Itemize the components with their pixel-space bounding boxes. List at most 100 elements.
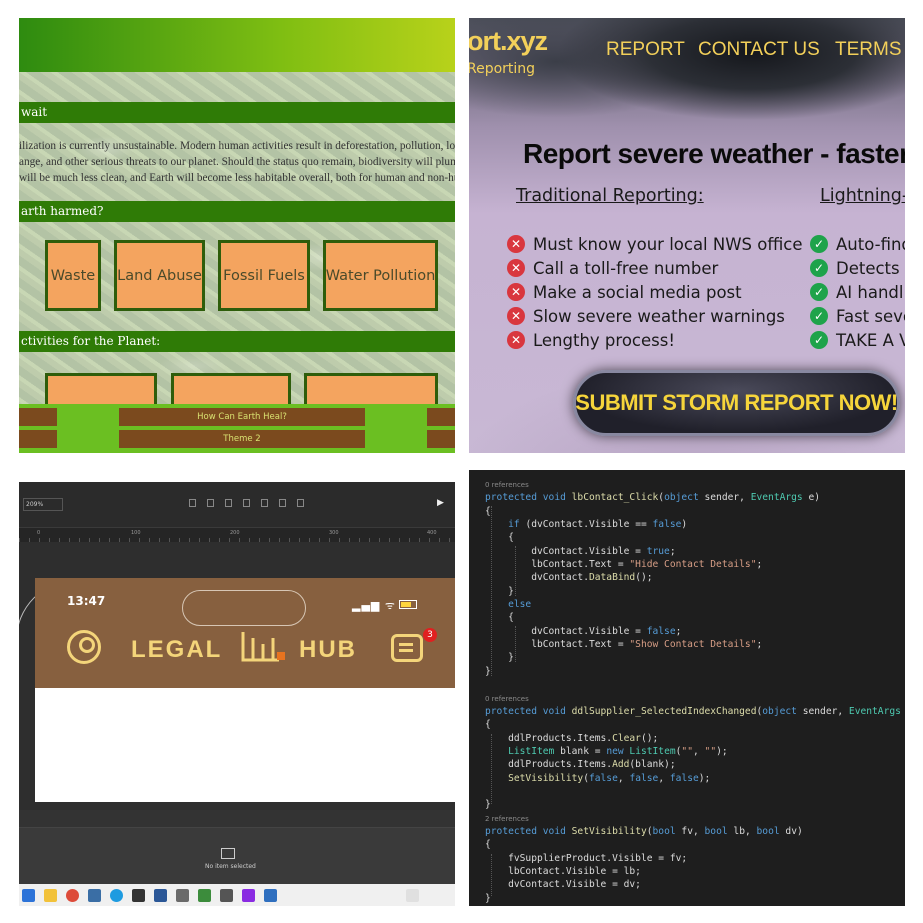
- list-item: ✕ Must know your local NWS office: [507, 232, 803, 256]
- storm-report-panel: ort.xyz Reporting REPORT CONTACT US TERM…: [469, 18, 905, 453]
- dynamic-island: [182, 590, 306, 626]
- app-header: 13:47 ▂▄▆ ᯤ LEGAL HUB 3: [35, 578, 455, 688]
- lightning-list: ✓Auto-find ✓Detects y ✓AI handl ✓Fast se…: [810, 232, 905, 352]
- list-item: ✕ Call a toll-free number: [507, 256, 803, 280]
- align-right-icon[interactable]: [225, 499, 232, 507]
- taskbar: [19, 884, 455, 906]
- code-line: }: [485, 652, 514, 664]
- code-line: dvContact.DataBind();: [485, 572, 653, 584]
- harm-box-land-abuse[interactable]: Land Abuse: [114, 240, 205, 311]
- list-item: ✕ Lengthy process!: [507, 328, 803, 352]
- align-center-icon[interactable]: [207, 499, 214, 507]
- align-middle-icon[interactable]: [261, 499, 268, 507]
- code-line: {: [485, 719, 491, 731]
- code-line: ddlProducts.Items.Clear();: [485, 732, 659, 744]
- code-line: }: [485, 585, 514, 597]
- harm-box-waste[interactable]: Waste: [45, 240, 101, 311]
- hero-headline: Report severe weather - faster: [523, 138, 905, 169]
- store-icon[interactable]: [88, 888, 101, 902]
- app-icon[interactable]: [264, 888, 277, 902]
- battery-icon: [399, 600, 417, 609]
- submit-storm-report-button[interactable]: SUBMIT STORM REPORT NOW!: [573, 370, 900, 436]
- app-icon[interactable]: [198, 888, 211, 902]
- folder-icon[interactable]: [44, 888, 57, 902]
- codelens-references: 0 references: [485, 481, 529, 489]
- phone-screen[interactable]: 13:47 ▂▄▆ ᯤ LEGAL HUB 3: [35, 578, 455, 802]
- app-icon[interactable]: [132, 888, 145, 902]
- check-circle-icon: ✓: [810, 283, 828, 301]
- list-item: ✓Detects y: [810, 256, 905, 280]
- code-line: lbContact.Text = "Hide Contact Details";: [485, 559, 763, 571]
- check-circle-icon: ✓: [810, 235, 828, 253]
- list-item: ✕ Slow severe weather warnings: [507, 304, 803, 328]
- alignment-tools: [189, 499, 304, 507]
- harm-box-fossil-fuels[interactable]: Fossil Fuels: [218, 240, 310, 311]
- x-circle-icon: ✕: [507, 235, 525, 253]
- list-item: ✓ AI handl: [810, 280, 905, 304]
- code-line: protected void lbContact_Click(object se…: [485, 492, 821, 504]
- code-line: ddlProducts.Items.Add(blank);: [485, 759, 676, 771]
- no-item-label: No item selected: [205, 863, 256, 870]
- section-heading-wait: wait: [19, 102, 455, 123]
- code-line: }: [485, 799, 491, 811]
- app-icon[interactable]: [176, 888, 189, 902]
- align-bottom-icon[interactable]: [279, 499, 286, 507]
- edge-icon[interactable]: [110, 888, 123, 902]
- app-icon[interactable]: [220, 888, 233, 902]
- intro-paragraph: ilization is currently unsustainable. Mo…: [19, 140, 455, 184]
- site-logo[interactable]: ort.xyz: [469, 26, 548, 57]
- design-tool-panel: 209% ▶ 0 100 200 300 400 13:47 ▂▄▆ ᯤ LEG…: [19, 482, 455, 906]
- site-logo-subtitle: Reporting: [469, 61, 536, 77]
- list-item: ✓Fast seve: [810, 304, 905, 328]
- editor-toolbar: 209% ▶: [19, 482, 455, 528]
- code-area[interactable]: 0 references protected void lbContact_Cli…: [485, 478, 905, 905]
- code-line: lbContact.Text = "Show Contact Details";: [485, 639, 763, 651]
- play-icon[interactable]: ▶: [437, 498, 444, 508]
- brand-logo-mark: [241, 632, 285, 662]
- traditional-heading: Traditional Reporting:: [516, 186, 704, 206]
- nav-link-contact[interactable]: CONTACT US: [698, 39, 820, 61]
- profile-icon[interactable]: [67, 630, 101, 664]
- chrome-icon[interactable]: [66, 888, 79, 902]
- code-line: }: [485, 665, 491, 677]
- app-icon[interactable]: [242, 888, 255, 902]
- nav-button-heal[interactable]: How Can Earth Heal?: [119, 408, 365, 426]
- start-icon[interactable]: [22, 888, 35, 902]
- align-left-icon[interactable]: [189, 499, 196, 507]
- section-heading-activities: ctivities for the Planet:: [19, 331, 455, 352]
- nav-button-theme[interactable]: Theme 2: [119, 430, 365, 448]
- list-item: ✓ Auto-find: [810, 232, 905, 256]
- cursor-icon: [221, 848, 235, 859]
- code-line: if (dvContact.Visible == false): [508, 519, 688, 531]
- distribute-icon[interactable]: [297, 499, 304, 507]
- code-line: protected void SetVisibility(bool fv, bo…: [485, 825, 803, 837]
- codelens-references: 2 references: [485, 814, 529, 823]
- code-editor-panel: 0 references protected void lbContact_Cli…: [469, 470, 905, 906]
- zoom-dropdown[interactable]: 209%: [23, 498, 63, 511]
- code-line: {: [485, 839, 491, 851]
- check-circle-icon: ✓: [810, 331, 828, 349]
- mail-icon[interactable]: [154, 888, 167, 902]
- code-line: {: [485, 532, 514, 544]
- notification-badge: 3: [423, 628, 437, 642]
- nav-link-report[interactable]: REPORT: [606, 39, 685, 61]
- code-line: fvSupplierProduct.Visible = fv;: [485, 852, 688, 864]
- code-line: {: [485, 505, 491, 517]
- list-item: ✕ Make a social media post: [507, 280, 803, 304]
- code-line: dvContact.Visible = false;: [485, 625, 682, 637]
- nav-link-terms[interactable]: TERMS: [835, 39, 902, 61]
- x-circle-icon: ✕: [507, 283, 525, 301]
- align-top-icon[interactable]: [243, 499, 250, 507]
- tray-icon[interactable]: [406, 888, 419, 902]
- x-circle-icon: ✕: [507, 259, 525, 277]
- code-line: lbContact.Visible = lb;: [485, 865, 641, 877]
- code-line: protected void ddlSupplier_SelectedIndex…: [485, 705, 901, 717]
- brand-name-left: LEGAL: [131, 636, 223, 663]
- brand-name-right: HUB: [299, 636, 357, 663]
- harm-box-water-pollution[interactable]: Water Pollution: [323, 240, 438, 311]
- x-circle-icon: ✕: [507, 331, 525, 349]
- chat-icon[interactable]: [391, 634, 423, 662]
- code-line: }: [485, 892, 491, 904]
